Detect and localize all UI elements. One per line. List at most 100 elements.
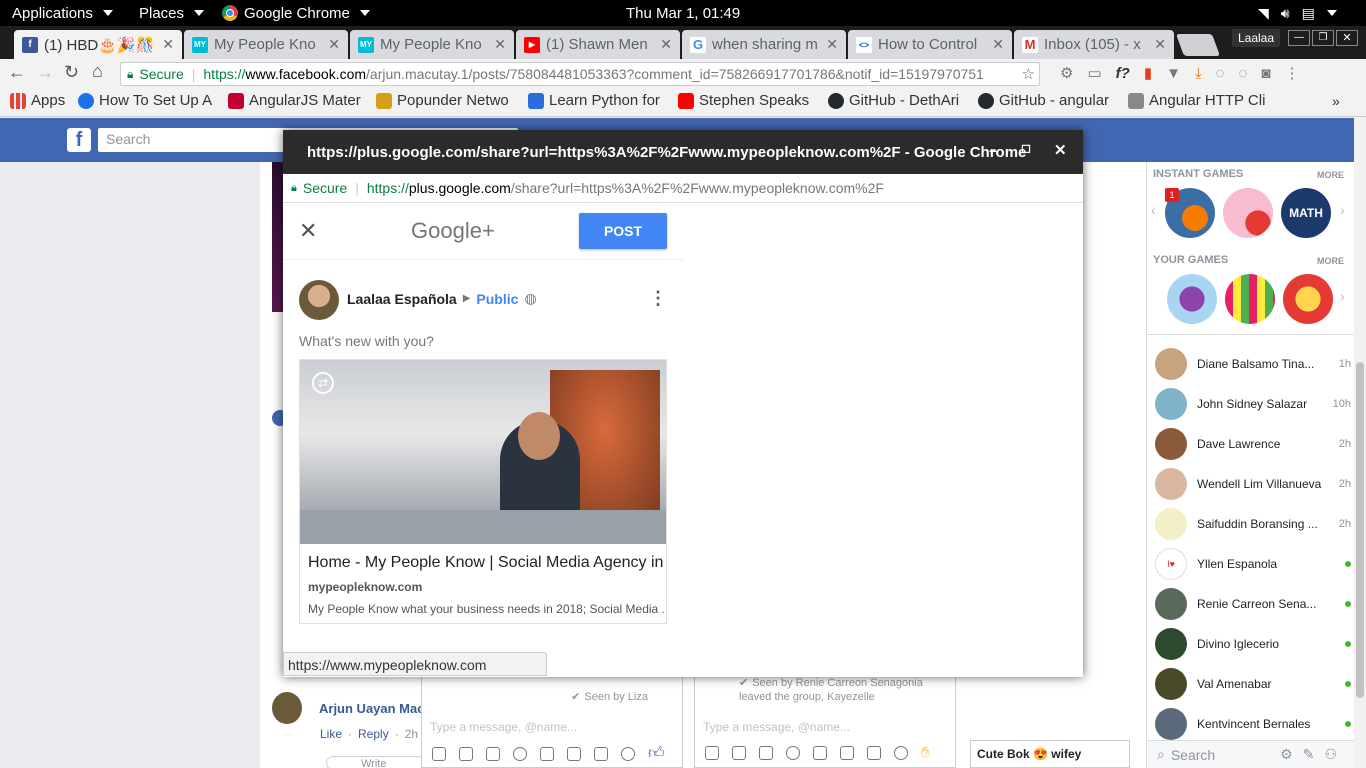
link-icon[interactable]: [567, 746, 581, 761]
applications-menu[interactable]: Applications: [12, 0, 113, 26]
audience-selector[interactable]: Public: [476, 291, 518, 307]
active-app-menu[interactable]: Google Chrome: [222, 0, 370, 26]
bookmark-item[interactable]: GitHub - angular: [978, 92, 1109, 109]
close-icon[interactable]: ✕: [162, 36, 174, 53]
chat-options-icon[interactable]: ⚙✎⚇: [1280, 746, 1347, 763]
chat-input[interactable]: Type a message, @name...: [703, 720, 850, 734]
bookmark-item[interactable]: Learn Python for: [528, 92, 660, 109]
tab-google-search[interactable]: G when sharing m ✕: [682, 30, 846, 59]
chat-input[interactable]: Type a message, @name...: [430, 720, 577, 734]
profile-button[interactable]: Laalaa: [1232, 29, 1280, 47]
game-character[interactable]: [1283, 274, 1333, 324]
chat-tab[interactable]: Cute Bok 😍 wifey: [970, 740, 1130, 768]
minimize-button[interactable]: —: [1288, 30, 1310, 46]
close-icon[interactable]: ✕: [328, 36, 340, 53]
extension-icon[interactable]: ⚙: [1060, 64, 1073, 82]
like-link[interactable]: Like: [320, 727, 342, 741]
link-icon[interactable]: [840, 745, 854, 760]
camera-icon[interactable]: [594, 746, 608, 761]
download-icon[interactable]: ⤓: [1195, 65, 1202, 82]
bookmark-item[interactable]: AngularJS Mater: [228, 92, 361, 109]
photo-icon[interactable]: [432, 746, 446, 761]
popup-title-bar[interactable]: https://plus.google.com/share?url=https%…: [283, 130, 1083, 174]
contact-item[interactable]: Diane Balsamo Tina... 1h: [1155, 344, 1351, 384]
places-menu[interactable]: Places: [139, 0, 205, 26]
close-icon[interactable]: ✕: [826, 36, 838, 53]
forward-icon[interactable]: →: [36, 62, 54, 83]
wave-icon[interactable]: ✋︎: [921, 744, 930, 761]
contact-item[interactable]: Wendell Lim Villanueva 2h: [1155, 464, 1351, 504]
office-icon[interactable]: ▮: [1144, 64, 1152, 82]
more-options-icon[interactable]: ⋮: [649, 288, 667, 309]
bookmark-item[interactable]: Popunder Netwo: [376, 92, 509, 109]
close-icon[interactable]: ✕: [1054, 141, 1067, 159]
more-link[interactable]: MORE: [1317, 170, 1344, 180]
emoji-icon[interactable]: [786, 745, 800, 760]
game-math[interactable]: MATH: [1281, 188, 1331, 238]
page-scrollbar[interactable]: [1354, 118, 1366, 768]
extension-icon[interactable]: ▭: [1087, 64, 1101, 82]
game-uno[interactable]: [1223, 188, 1273, 238]
thumbs-up-icon[interactable]: 👍︎: [648, 744, 665, 763]
scrollbar-thumb[interactable]: [1356, 362, 1364, 698]
close-icon[interactable]: ✕: [1154, 36, 1166, 53]
game-house[interactable]: [1167, 274, 1217, 324]
popup-address-bar[interactable]: 🔒︎ Secure | https://plus.google.com/shar…: [283, 174, 1083, 203]
game-tetris[interactable]: [1225, 274, 1275, 324]
minimize-icon[interactable]: –: [989, 142, 997, 158]
bookmark-item[interactable]: Angular HTTP Cli: [1128, 92, 1265, 109]
camera-icon[interactable]: ◙: [1261, 65, 1270, 82]
gif-icon[interactable]: [486, 746, 500, 761]
bookmark-apps[interactable]: Apps: [10, 92, 65, 109]
tab-mypeopleknow-1[interactable]: MY My People Kno ✕: [184, 30, 348, 59]
attach-icon[interactable]: [813, 745, 827, 760]
sticker-icon[interactable]: [732, 745, 746, 760]
game-basketball[interactable]: 1: [1165, 188, 1215, 238]
tab-gmail[interactable]: M Inbox (105) - x ✕: [1014, 30, 1174, 59]
close-icon[interactable]: ✕: [992, 36, 1004, 53]
chevron-right-icon[interactable]: ›: [1340, 202, 1345, 218]
more-bookmarks-icon[interactable]: »: [1332, 93, 1340, 109]
chat-search[interactable]: ⌕ Search ⚙✎⚇: [1147, 740, 1355, 768]
comment-author[interactable]: Arjun Uayan Mac: [319, 701, 424, 716]
new-tab-button[interactable]: [1175, 34, 1221, 56]
address-bar[interactable]: 🔒︎ Secure | https://www.facebook.com/arj…: [120, 62, 1040, 86]
bookmark-star-icon[interactable]: ☆: [1017, 65, 1035, 83]
contact-item[interactable]: Divino Iglecerio: [1155, 624, 1351, 664]
back-icon[interactable]: ←: [8, 62, 26, 83]
extension-icon[interactable]: f?: [1116, 65, 1130, 82]
system-tray[interactable]: ◥ 🔊︎ ▤: [1258, 0, 1337, 26]
poll-icon[interactable]: [894, 745, 908, 760]
clock[interactable]: Thu Mar 1, 01:49: [626, 0, 740, 26]
contact-item[interactable]: Renie Carreon Sena...: [1155, 584, 1351, 624]
bookmark-item[interactable]: How To Set Up A: [78, 92, 212, 109]
reply-input[interactable]: Write a re: [326, 756, 426, 768]
link-preview-card[interactable]: ⇄ Home - My People Know | Social Media A…: [299, 359, 667, 624]
contact-item[interactable]: I♥ Yllen Espanola: [1155, 544, 1351, 584]
photo-icon[interactable]: [705, 745, 719, 760]
tab-facebook[interactable]: f (1) HBD🎂🎉🎊 ✕: [14, 30, 182, 59]
menu-icon[interactable]: ⋮: [1284, 64, 1299, 82]
chevron-right-icon[interactable]: ›: [1340, 288, 1345, 304]
post-text-input[interactable]: What's new with you?: [299, 333, 434, 349]
sticker-icon[interactable]: [459, 746, 473, 761]
swap-image-icon[interactable]: ⇄: [312, 372, 334, 394]
contact-item[interactable]: John Sidney Salazar 10h: [1155, 384, 1351, 424]
camera-icon[interactable]: [867, 745, 881, 760]
more-link[interactable]: MORE: [1317, 256, 1344, 266]
comment-time[interactable]: 2h: [405, 727, 418, 741]
contact-item[interactable]: Val Amenabar: [1155, 664, 1351, 704]
emoji-icon[interactable]: [513, 746, 527, 761]
bookmark-item[interactable]: GitHub - DethAri: [828, 92, 959, 109]
extension-icon[interactable]: ◌: [1239, 65, 1248, 82]
extension-icon[interactable]: ◌: [1216, 65, 1225, 82]
reload-icon[interactable]: ↻: [64, 62, 79, 83]
tab-mypeopleknow-2[interactable]: MY My People Kno ✕: [350, 30, 514, 59]
close-icon[interactable]: ✕: [660, 36, 672, 53]
bookmark-item[interactable]: Stephen Speaks: [678, 92, 809, 109]
contact-item[interactable]: Kentvincent Bernales: [1155, 704, 1351, 744]
tab-how-to-control[interactable]: <> How to Control ✕: [848, 30, 1012, 59]
close-icon[interactable]: ✕: [494, 36, 506, 53]
poll-icon[interactable]: [621, 746, 635, 761]
reply-link[interactable]: Reply: [358, 727, 389, 741]
